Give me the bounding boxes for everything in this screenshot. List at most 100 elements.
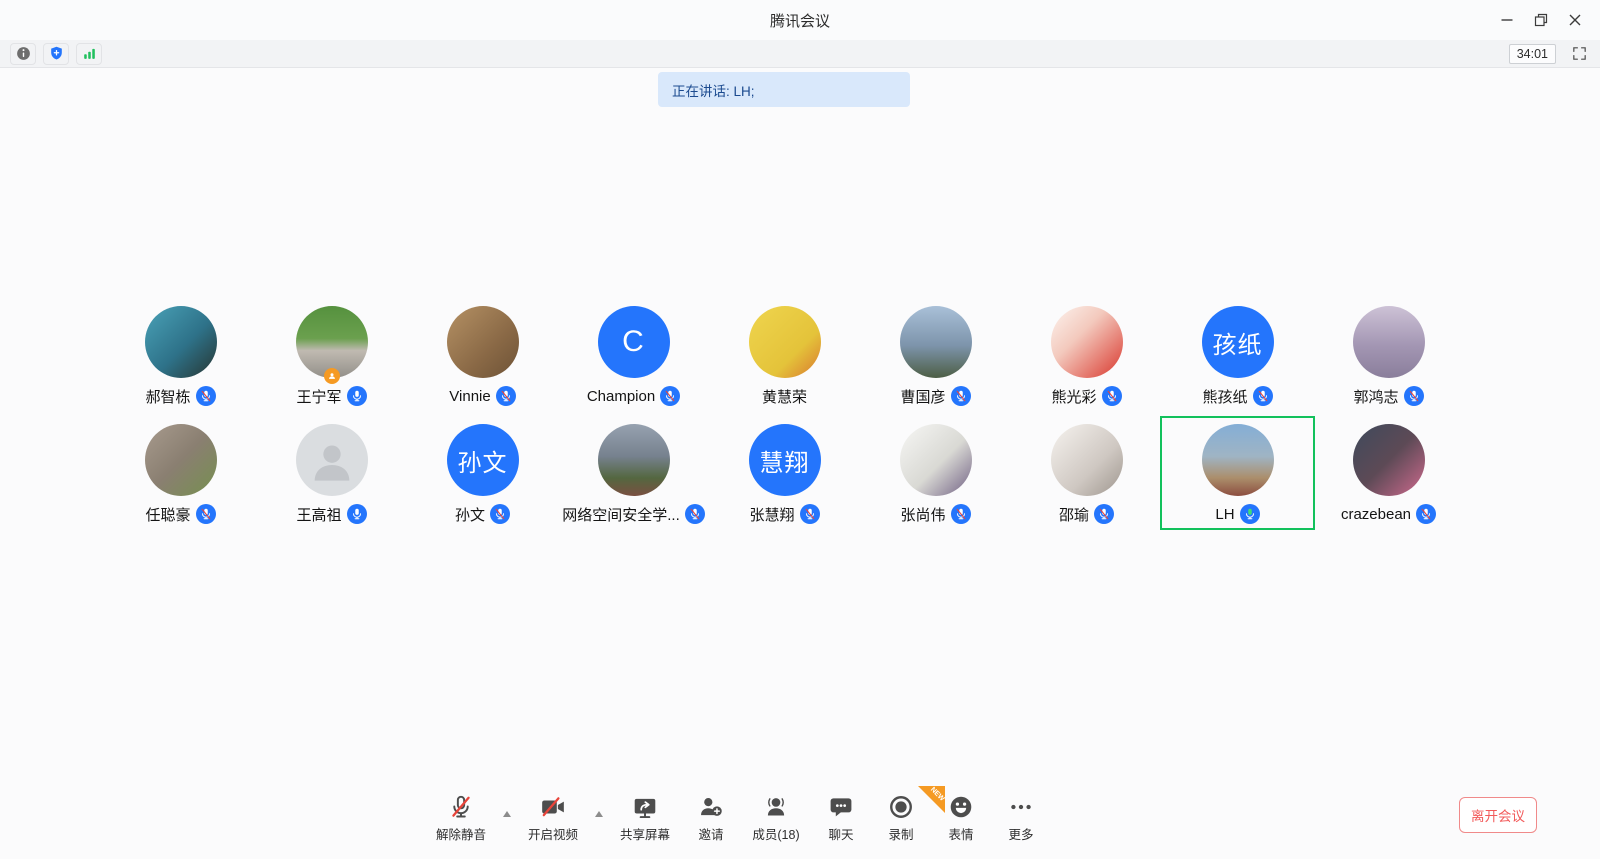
mic-muted-icon xyxy=(951,386,971,406)
participant-tile[interactable]: 网络空间安全学... xyxy=(558,418,709,528)
toolbar-member[interactable]: 成员(18) xyxy=(744,794,808,843)
participant-tile[interactable]: crazebean xyxy=(1313,418,1464,528)
toolbar-label: 录制 xyxy=(888,824,913,843)
mic-speaking-icon xyxy=(1240,504,1260,524)
participant-name-row: 黄慧荣 xyxy=(762,386,807,406)
avatar xyxy=(145,306,217,378)
avatar xyxy=(296,306,368,378)
participant-name: 郝智栋 xyxy=(145,386,190,407)
participant-name-row: LH xyxy=(1215,504,1259,524)
speaking-banner: 正在讲话: LH; xyxy=(658,72,910,107)
avatar xyxy=(1051,424,1123,496)
default-avatar xyxy=(296,424,368,496)
participant-tile[interactable]: 郭鸿志 xyxy=(1313,300,1464,410)
participant-name: Champion xyxy=(587,388,655,405)
avatar xyxy=(1202,424,1274,496)
host-badge-icon xyxy=(324,368,340,384)
participant-tile[interactable]: 郝智栋 xyxy=(105,300,256,410)
participant-name-row: 张尚伟 xyxy=(900,504,970,524)
close-button[interactable] xyxy=(1558,3,1592,37)
network-signal-icon[interactable] xyxy=(76,43,102,65)
toolbar-camera-off[interactable]: 开启视频 xyxy=(520,794,586,843)
participant-tile[interactable]: 孩纸熊孩纸 xyxy=(1162,300,1313,410)
caret-up-icon[interactable] xyxy=(592,811,606,817)
participant-tile[interactable]: 熊光彩 xyxy=(1011,300,1162,410)
participant-name-row: 郭鸿志 xyxy=(1353,386,1423,406)
mic-muted-icon xyxy=(1102,386,1122,406)
toolbar-more[interactable]: 更多 xyxy=(994,794,1048,843)
avatar: 慧翔 xyxy=(749,424,821,496)
emoji-icon xyxy=(948,794,974,820)
toolbar-label: 邀请 xyxy=(698,824,723,843)
avatar-initials: 慧翔 xyxy=(760,443,810,478)
toolbar-invite[interactable]: 邀请 xyxy=(684,794,738,843)
toolbar-record[interactable]: 录制NEW xyxy=(874,794,928,843)
participant-tile[interactable]: LH xyxy=(1162,418,1313,528)
participant-name-row: 王高祖 xyxy=(296,504,366,524)
participant-row: 任聪豪 王高祖 孙文孙文 网络空间安全学... 慧翔张慧翔 张尚伟 邵瑜 LH … xyxy=(105,418,1464,528)
minimize-button[interactable] xyxy=(1490,3,1524,37)
toolbar-screen-share[interactable]: 共享屏幕 xyxy=(612,794,678,843)
record-icon xyxy=(888,794,914,820)
leave-meeting-button[interactable]: 离开会议 xyxy=(1459,797,1537,833)
mic-muted-icon xyxy=(1404,386,1424,406)
toolbar-emoji[interactable]: 表情 xyxy=(934,794,988,843)
avatar xyxy=(900,306,972,378)
participant-tile[interactable]: 王高祖 xyxy=(256,418,407,528)
mic-muted-icon xyxy=(1253,386,1273,406)
meeting-window: 腾讯会议 34:01 xyxy=(0,0,1600,859)
participant-tile[interactable]: 慧翔张慧翔 xyxy=(709,418,860,528)
mic-muted-icon xyxy=(196,504,216,524)
fullscreen-icon[interactable] xyxy=(1568,43,1590,65)
avatar xyxy=(598,424,670,496)
participant-tile[interactable]: 孙文孙文 xyxy=(407,418,558,528)
participant-name: 熊光彩 xyxy=(1051,386,1096,407)
participant-name: 张慧翔 xyxy=(749,504,794,525)
avatar xyxy=(900,424,972,496)
toolbar-label: 表情 xyxy=(948,824,973,843)
mic-muted-icon xyxy=(1416,504,1436,524)
participant-tile[interactable]: 张尚伟 xyxy=(860,418,1011,528)
caret-up-icon[interactable] xyxy=(500,811,514,817)
avatar xyxy=(749,306,821,378)
mic-muted-icon xyxy=(448,794,474,820)
participant-tile[interactable]: 王宁军 xyxy=(256,300,407,410)
mic-on-icon xyxy=(347,386,367,406)
info-icon[interactable] xyxy=(10,43,36,65)
member-icon xyxy=(763,794,789,820)
mic-muted-icon xyxy=(496,386,516,406)
toolbar-label: 共享屏幕 xyxy=(620,824,670,843)
participant-tile[interactable]: 曹国彦 xyxy=(860,300,1011,410)
restore-button[interactable] xyxy=(1524,3,1558,37)
camera-off-icon xyxy=(540,794,566,820)
avatar-initials: 孩纸 xyxy=(1213,325,1263,360)
participant-tile[interactable]: 任聪豪 xyxy=(105,418,256,528)
participant-row: 郝智栋 王宁军 Vinnie C Champion 黄慧荣 曹国彦 熊光彩 孩纸熊孩… xyxy=(105,300,1464,410)
participant-tile[interactable]: 黄慧荣 xyxy=(709,300,860,410)
toolbar-mic-muted[interactable]: 解除静音 xyxy=(428,794,494,843)
avatar-initials: C xyxy=(622,325,645,359)
avatar xyxy=(1353,306,1425,378)
mic-muted-icon xyxy=(660,386,680,406)
participant-name: 网络空间安全学... xyxy=(562,504,680,525)
participant-name-row: 王宁军 xyxy=(296,386,366,406)
toolbar: 解除静音 开启视频 共享屏幕 邀请 成员(18) 聊天 录制NEW 表情 更多 xyxy=(428,794,1048,843)
participant-name: 郭鸿志 xyxy=(1353,386,1398,407)
participant-tile[interactable]: Vinnie xyxy=(407,300,558,410)
security-shield-icon[interactable] xyxy=(43,43,69,65)
participant-tile[interactable]: 邵瑜 xyxy=(1011,418,1162,528)
mic-muted-icon xyxy=(951,504,971,524)
mic-muted-icon xyxy=(490,504,510,524)
screen-share-icon xyxy=(632,794,658,820)
participant-name-row: crazebean xyxy=(1341,504,1436,524)
participant-name: 孙文 xyxy=(455,504,485,525)
participant-name-row: 孙文 xyxy=(455,504,510,524)
speaking-banner-text: 正在讲话: LH; xyxy=(672,80,755,100)
participant-tile[interactable]: C Champion xyxy=(558,300,709,410)
participant-name: 黄慧荣 xyxy=(762,386,807,407)
titlebar: 腾讯会议 xyxy=(0,0,1600,40)
toolbar-chat[interactable]: 聊天 xyxy=(814,794,868,843)
avatar xyxy=(145,424,217,496)
participant-name: Vinnie xyxy=(449,388,490,405)
participant-name: 曹国彦 xyxy=(900,386,945,407)
